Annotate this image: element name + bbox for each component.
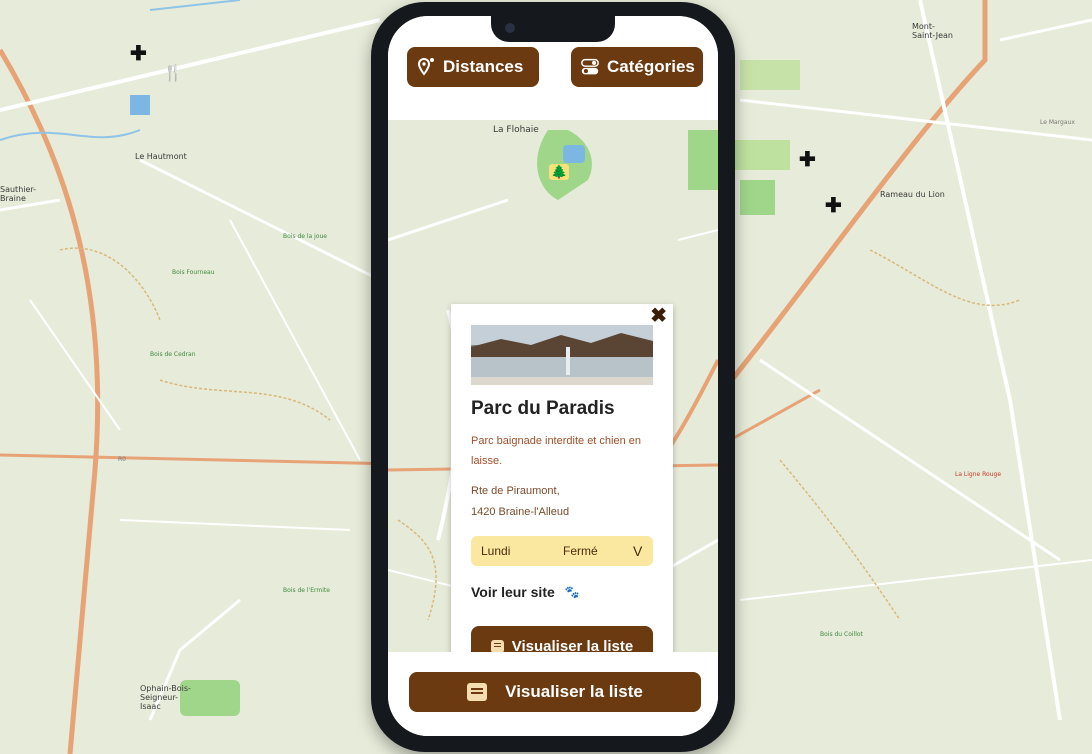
restaurant-icon[interactable]: 🍴 — [163, 64, 183, 84]
chevron-down-icon: V — [633, 543, 643, 559]
address-line-1: Rte de Piraumont, — [471, 485, 560, 497]
bottom-list-button[interactable]: Visualiser la liste — [409, 672, 701, 712]
map-label-bois-de-la-joue: Bois de la joue — [283, 233, 327, 240]
camera — [505, 23, 515, 33]
bottom-list-label: Visualiser la liste — [505, 682, 643, 701]
paw-icon: 🐾 — [564, 585, 580, 599]
map-label-sauthier-braine: Sauthier- Braine — [0, 185, 37, 203]
map-label-ophain: Ophain-Bois- Seigneur- Isaac — [140, 684, 191, 711]
map-label-bois-du-coillot: Bois du Coillot — [820, 631, 863, 638]
map-label-bois-de-l-ermite: Bois de l'Ermite — [283, 587, 330, 594]
categories-label: Catégories — [607, 57, 695, 76]
place-popup: ✖ Parc du Paradis Parc baignade interdit… — [451, 304, 673, 652]
place-address: Rte de Piraumont, 1420 Braine-l'Alleud — [471, 481, 653, 523]
place-title: Parc du Paradis — [471, 398, 615, 419]
park-icon[interactable]: 🌲 — [549, 164, 570, 180]
popup-list-label: Visualiser la liste — [511, 637, 634, 653]
phone-map[interactable]: La Flohaie 🌲 ✖ Parc du Paradis Parc baig… — [388, 120, 718, 652]
phone-frame: Distances Catégories La Flohaie 🌲 ✖ Parc… — [371, 2, 735, 752]
cross-icon[interactable]: ✚ — [799, 150, 816, 170]
website-label: Voir leur site — [471, 584, 555, 600]
popup-list-button[interactable]: Visualiser la liste — [471, 626, 653, 652]
distances-button[interactable]: Distances — [407, 47, 539, 87]
bottom-bar: Visualiser la liste — [388, 652, 718, 736]
hours-day: Lundi — [481, 544, 511, 558]
map-label-la-ligne-rouge: La Ligne Rouge — [955, 471, 1002, 478]
location-pin-icon — [417, 57, 435, 76]
address-line-2: 1420 Braine-l'Alleud — [471, 506, 570, 518]
place-photo — [471, 325, 653, 385]
map-label-rameau-du-lion: Rameau du Lion — [880, 190, 945, 199]
map-label-le-margaux: Le Margaux — [1040, 119, 1075, 126]
map-label-bois-de-cedran: Bois de Cedran — [150, 351, 196, 358]
map-label-r0: R0 — [118, 456, 126, 463]
map-label-le-hautmont: Le Hautmont — [135, 152, 187, 161]
opening-hours-dropdown[interactable]: Lundi Fermé V — [471, 536, 653, 566]
close-icon[interactable]: ✖ — [650, 306, 667, 326]
hours-status: Fermé — [563, 544, 598, 558]
phone-notch — [491, 16, 615, 42]
distances-label: Distances — [443, 57, 524, 76]
toggle-icon — [581, 58, 599, 76]
map-label-la-flohaie: La Flohaie — [493, 125, 539, 135]
list-icon — [490, 639, 504, 652]
map-label-mont-saint-jean: Mont- Saint-Jean — [912, 22, 953, 40]
list-icon — [467, 683, 488, 701]
cross-icon[interactable]: ✚ — [130, 44, 147, 64]
map-label-bois-fourneau: Bois Fourneau — [172, 269, 215, 276]
place-description: Parc baignade interdite et chien en lais… — [471, 435, 642, 467]
phone-screen: Distances Catégories La Flohaie 🌲 ✖ Parc… — [388, 16, 718, 736]
website-link[interactable]: Voir leur site 🐾 — [471, 584, 580, 600]
categories-button[interactable]: Catégories — [571, 47, 703, 87]
cross-icon[interactable]: ✚ — [825, 196, 842, 216]
